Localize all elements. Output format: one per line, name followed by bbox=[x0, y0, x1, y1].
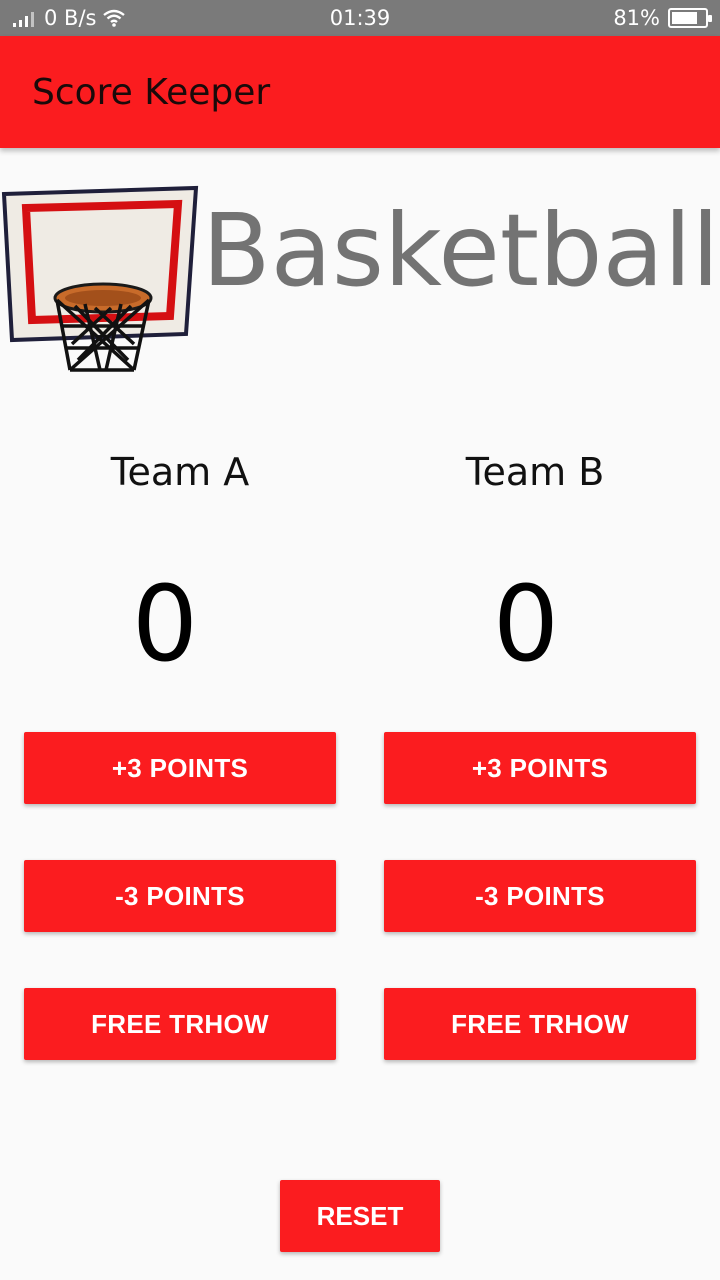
battery-icon bbox=[668, 8, 712, 28]
team-a-score: 0 bbox=[131, 563, 199, 685]
team-b-free-throw-button[interactable]: FREE TRHOW bbox=[384, 988, 696, 1060]
app-bar: Score Keeper bbox=[0, 36, 720, 148]
team-b-name: Team B bbox=[465, 450, 605, 494]
basketball-hoop-icon bbox=[1, 185, 199, 372]
battery-level-fill bbox=[672, 12, 698, 24]
sport-title: Basketball bbox=[202, 192, 720, 309]
team-b-score: 0 bbox=[492, 563, 560, 685]
team-b-plus3-button[interactable]: +3 POINTS bbox=[384, 732, 696, 804]
status-right: 81% bbox=[613, 6, 712, 30]
team-a-plus3-button[interactable]: +3 POINTS bbox=[24, 732, 336, 804]
reset-button[interactable]: RESET bbox=[280, 1180, 440, 1252]
status-time: 01:39 bbox=[329, 6, 391, 30]
team-a-name: Team A bbox=[110, 450, 250, 494]
team-a-free-throw-button[interactable]: FREE TRHOW bbox=[24, 988, 336, 1060]
app-title: Score Keeper bbox=[32, 72, 271, 113]
team-b-minus3-button[interactable]: -3 POINTS bbox=[384, 860, 696, 932]
status-bar: 0 B/s 01:39 81% bbox=[0, 0, 720, 36]
team-a-minus3-button[interactable]: -3 POINTS bbox=[24, 860, 336, 932]
battery-percent: 81% bbox=[613, 6, 660, 30]
